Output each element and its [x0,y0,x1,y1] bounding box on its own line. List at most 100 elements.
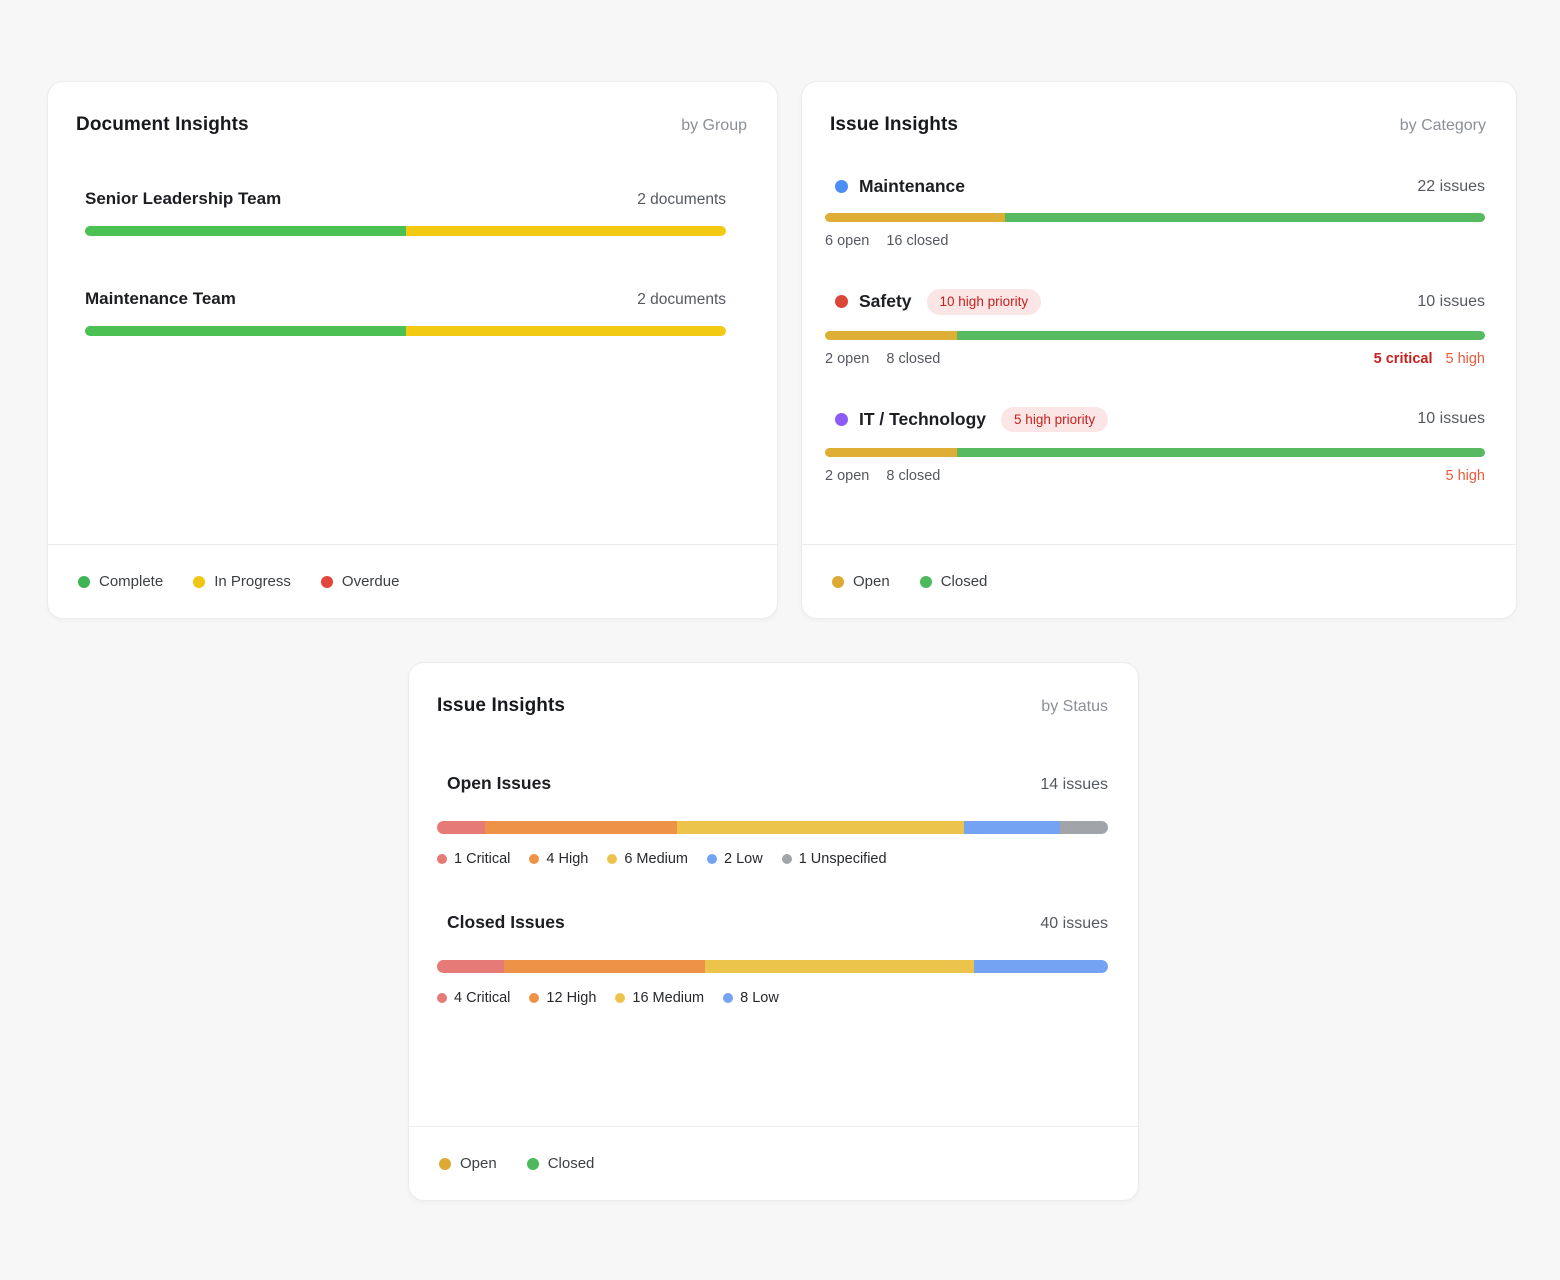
open-closed-legend: Open Closed [802,544,1516,618]
issue-insights-by-status-card: Issue Insights by Status Open Issues14 i… [408,662,1139,1201]
stacked-progress-bar[interactable] [825,213,1485,222]
bar-segment-open[interactable] [825,331,957,340]
priority-legend-item: 1 Critical [437,851,510,867]
4-critical-dot-icon [437,993,447,1003]
bar-segment-open[interactable] [825,213,1005,222]
bar-segment-in-progress[interactable] [406,326,727,336]
open-closed-counts: 2 open 8 closed [825,351,940,367]
bar-segment-complete[interactable] [85,226,406,236]
group-row-header: Maintenance Team2 documents [85,289,726,309]
bar-segment-closed[interactable] [957,448,1485,457]
high-count: 5 high [1445,468,1485,484]
issue-count: 10 issues [1417,410,1485,428]
stacked-progress-bar[interactable] [85,326,726,336]
high-priority-badge: 5 high priority [1001,407,1108,433]
issue-count: 22 issues [1417,178,1485,196]
stat-text: 8 closed [886,351,940,367]
group-row-header: Senior Leadership Team2 documents [85,189,726,209]
priority-breakdown: 1 Critical 4 High 6 Medium 2 Low 1 Unspecifi… [437,851,1108,867]
stacked-progress-bar[interactable] [825,448,1485,457]
stat-text: 2 open [825,468,869,484]
category-stats: 2 open 8 closed 5 high [825,468,1485,484]
category-row: IT / Technology 5 high priority 10 issues 2… [825,407,1485,485]
legend-label: In Progress [214,573,291,590]
category-row-header: Safety10 high priority10 issues [825,289,1485,315]
issue-count: 10 issues [1417,293,1485,311]
status-name: Closed Issues [447,912,565,933]
bar-segment-critical[interactable] [437,960,504,973]
bar-segment-in-progress[interactable] [406,226,727,236]
category-name: IT / Technology [859,409,986,430]
stat-text: 6 open [825,233,869,249]
group-name: Senior Leadership Team [85,189,281,209]
legend-label: Closed [941,573,988,590]
status-section: Open Issues14 issues 1 Critical 4 High 6 Me… [437,773,1108,867]
stacked-progress-bar[interactable] [825,331,1485,340]
legend-label: Overdue [342,573,400,590]
issue-insights-by-category-card: Issue Insights by Category Maintenance22… [801,81,1517,619]
category-row-header: IT / Technology 5 high priority 10 issues [825,407,1485,433]
severity-counts: 5 critical 5 high [1374,351,1485,367]
group-row: Maintenance Team2 documents [85,289,726,336]
group-row: Senior Leadership Team2 documents [85,189,726,236]
complete-dot-icon [78,576,90,588]
status-section-header: Open Issues14 issues [437,773,1108,794]
bar-segment-high[interactable] [485,821,677,834]
card-subtitle-by-status: by Status [1041,698,1108,716]
legend-label: 6 Medium [624,851,688,867]
priority-legend-item: 12 High [529,990,596,1006]
group-name: Maintenance Team [85,289,236,309]
document-status-legend: Complete In Progress Overdue [48,544,777,618]
category-name: Maintenance [859,176,965,197]
stat-text: 8 closed [886,468,940,484]
bar-segment-closed[interactable] [1005,213,1485,222]
overdue-dot-icon [321,576,333,588]
card-title: Document Insights [76,114,249,136]
stacked-progress-bar[interactable] [437,821,1108,834]
stat-text: 2 open [825,351,869,367]
bar-segment-open[interactable] [825,448,957,457]
category-dot-icon [835,295,848,308]
legend-label: 12 High [546,990,596,1006]
bar-segment-unspecified[interactable] [1060,821,1108,834]
open-dot-icon [439,1158,451,1170]
card-header: Document Insights by Group [48,82,777,136]
2-low-dot-icon [707,854,717,864]
card-header: Issue Insights by Status [409,663,1138,717]
bar-segment-low[interactable] [974,960,1108,973]
16-medium-dot-icon [615,993,625,1003]
open-dot-icon [832,576,844,588]
bar-segment-low[interactable] [964,821,1060,834]
1-critical-dot-icon [437,854,447,864]
open-closed-counts: 6 open16 closed [825,233,948,249]
priority-legend-item: 1 Unspecified [782,851,887,867]
legend-item: Closed [920,573,988,590]
bar-segment-medium[interactable] [677,821,965,834]
priority-legend-item: 6 Medium [607,851,688,867]
bar-segment-complete[interactable] [85,326,406,336]
bar-segment-high[interactable] [504,960,705,973]
severity-counts: 5 high [1445,468,1485,484]
legend-label: 16 Medium [632,990,704,1006]
status-section-header: Closed Issues40 issues [437,912,1108,933]
category-name: Safety [859,291,912,312]
legend-item: Open [832,573,890,590]
document-rows: Senior Leadership Team2 documents Mainten… [48,136,777,544]
status-sections: Open Issues14 issues 1 Critical 4 High 6 Me… [409,717,1138,1126]
category-row: Safety10 high priority10 issues 2 open 8 c… [825,289,1485,367]
critical-count: 5 critical [1374,351,1433,367]
legend-label: 2 Low [724,851,763,867]
bar-segment-critical[interactable] [437,821,485,834]
high-count: 5 high [1445,351,1485,367]
legend-label: 4 High [546,851,588,867]
status-name: Open Issues [447,773,551,794]
category-row-header: Maintenance 22 issues [825,176,1485,197]
document-insights-card: Document Insights by Group Senior Leader… [47,81,778,619]
stacked-progress-bar[interactable] [85,226,726,236]
legend-label: Open [853,573,890,590]
bar-segment-closed[interactable] [957,331,1485,340]
stacked-progress-bar[interactable] [437,960,1108,973]
legend-label: Complete [99,573,163,590]
in-progress-dot-icon [193,576,205,588]
bar-segment-medium[interactable] [705,960,973,973]
